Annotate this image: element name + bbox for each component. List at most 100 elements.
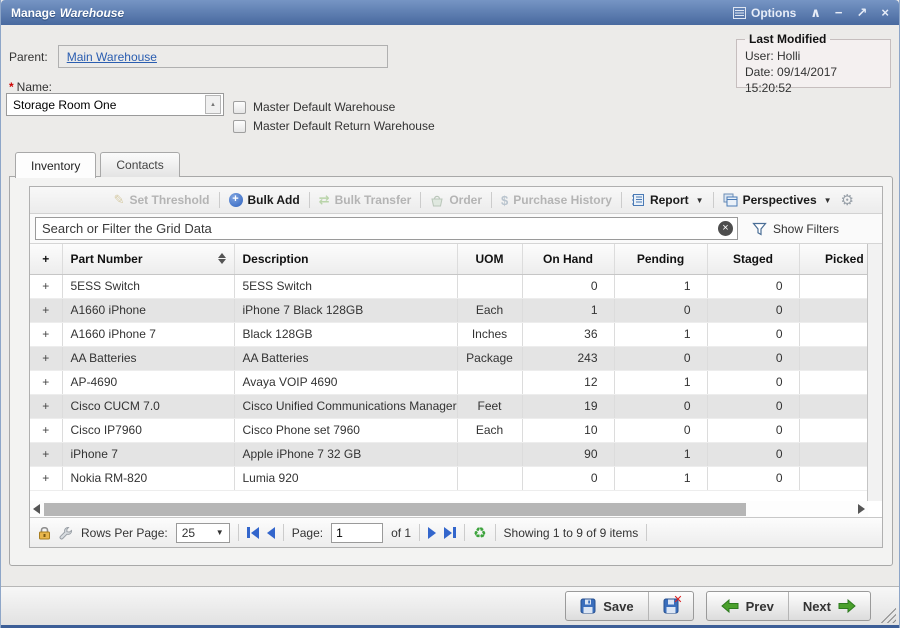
cell: A1660 iPhone 7 [62,322,234,346]
table-row[interactable]: +A1660 iPhone 7Black 128GBInches3610 [30,322,868,346]
cell [457,466,522,490]
scroll-left-icon[interactable] [33,504,40,514]
close-icon[interactable]: × [881,6,889,19]
table-row[interactable]: +5ESS Switch5ESS Switch010 [30,274,868,298]
table-row[interactable]: +AA BatteriesAA BatteriesPackage24300 [30,346,868,370]
first-page-button[interactable] [247,527,259,539]
cell: Cisco IP7960 [62,418,234,442]
order-button[interactable]: Order [430,193,482,207]
cell: 0 [707,418,799,442]
prev-page-button[interactable] [267,527,275,539]
cell: 1 [614,466,707,490]
column-header-pending[interactable]: Pending [614,244,707,274]
column-header-uom[interactable]: UOM [457,244,522,274]
gear-icon[interactable]: ⚙ [841,191,854,209]
bulk-add-button[interactable]: + Bulk Add [229,193,300,207]
column-header-part-number[interactable]: Part Number [62,244,234,274]
report-caret-icon: ▼ [696,196,704,205]
scroll-right-icon[interactable] [858,504,865,514]
master-default-return-warehouse-option: Master Default Return Warehouse [233,119,435,133]
refresh-icon[interactable]: ♻ [473,524,486,542]
wrench-icon[interactable] [59,526,73,540]
options-menu[interactable]: Options [733,6,796,20]
clear-search-icon[interactable]: × [718,221,733,236]
name-field-wrap: ▲ [6,93,224,116]
rows-per-page-select[interactable]: 25 ▼ [176,523,230,543]
cell: 12 [522,370,614,394]
purchase-history-button[interactable]: $ Purchase History [501,193,612,208]
row-expand-button[interactable]: + [30,442,62,466]
master-default-warehouse-option: Master Default Warehouse [233,100,435,114]
cell: 1 [614,442,707,466]
collapse-icon[interactable]: ∧ [810,6,821,19]
expand-column-header[interactable]: + [30,244,62,274]
cell: AA Batteries [62,346,234,370]
column-header-staged[interactable]: Staged [707,244,799,274]
table-row[interactable]: +A1660 iPhoneiPhone 7 Black 128GBEach100 [30,298,868,322]
row-expand-button[interactable]: + [30,418,62,442]
sort-icon[interactable] [218,253,226,264]
show-filters-button[interactable]: Show Filters [752,222,839,236]
tab-contacts[interactable]: Contacts [100,152,179,177]
nav-button-group: Prev Next [706,591,871,621]
next-page-icon [428,527,436,539]
last-page-button[interactable] [444,527,456,539]
manage-warehouse-window: ManageWarehouse Options ∧ − ↗ × Parent: … [0,0,900,628]
prev-button[interactable]: Prev [707,592,788,620]
cell: 90 [522,442,614,466]
name-input[interactable] [7,98,205,112]
inventory-tab-panel: ✎ Set Threshold + Bulk Add ⇄ Bulk Transf… [9,176,893,566]
grid-body: +5ESS Switch5ESS Switch010+A1660 iPhonei… [30,274,868,490]
page-total-label: of 1 [391,526,411,540]
row-expand-button[interactable]: + [30,298,62,322]
cell: Inches [457,322,522,346]
row-expand-button[interactable]: + [30,346,62,370]
table-row[interactable]: +Nokia RM-820Lumia 920010 [30,466,868,490]
options-label: Options [751,6,796,20]
row-expand-button[interactable]: + [30,370,62,394]
required-marker: * [9,80,14,94]
search-input[interactable] [35,217,738,240]
row-expand-button[interactable]: + [30,394,62,418]
minimize-icon[interactable]: − [835,6,843,19]
name-field-button[interactable]: ▲ [205,95,221,114]
bulk-transfer-button[interactable]: ⇄ Bulk Transfer [319,192,412,208]
table-row[interactable]: +Cisco IP7960Cisco Phone set 7960Each100… [30,418,868,442]
master-default-warehouse-checkbox[interactable] [233,101,246,114]
page-label: Page: [292,526,323,540]
show-filters-label: Show Filters [773,222,839,236]
row-expand-button[interactable]: + [30,322,62,346]
cell: 0 [614,346,707,370]
master-default-return-warehouse-checkbox[interactable] [233,120,246,133]
page-number-input[interactable] [331,523,383,543]
parent-warehouse-link[interactable]: Main Warehouse [67,50,157,64]
cell [799,442,868,466]
name-label: *Name: [9,80,52,94]
perspectives-button[interactable]: Perspectives ▼ [723,193,832,207]
report-button[interactable]: Report ▼ [631,193,704,207]
table-row[interactable]: +AP-4690Avaya VOIP 46901210 [30,370,868,394]
column-header-on-hand[interactable]: On Hand [522,244,614,274]
save-and-close-button[interactable]: ✕ [648,592,693,620]
set-threshold-button[interactable]: ✎ Set Threshold [114,192,210,208]
next-page-button[interactable] [428,527,436,539]
column-header-picked-up[interactable]: Picked Up [799,244,868,274]
row-expand-button[interactable]: + [30,274,62,298]
table-row[interactable]: +Cisco CUCM 7.0Cisco Unified Communicati… [30,394,868,418]
vertical-scrollbar[interactable] [867,244,882,501]
cell: 36 [522,322,614,346]
tab-inventory[interactable]: Inventory [15,152,96,178]
popout-icon[interactable]: ↗ [857,6,868,19]
table-row[interactable]: +iPhone 7Apple iPhone 7 32 GB9010 [30,442,868,466]
row-expand-button[interactable]: + [30,466,62,490]
cell: 0 [707,274,799,298]
lock-icon[interactable] [38,526,51,540]
cell: 243 [522,346,614,370]
save-button[interactable]: Save [566,592,647,620]
cell: Black 128GB [234,322,457,346]
cell [799,346,868,370]
cell: 0 [707,322,799,346]
horizontal-scrollbar-thumb[interactable] [44,503,746,516]
next-button[interactable]: Next [788,592,870,620]
column-header-description[interactable]: Description [234,244,457,274]
